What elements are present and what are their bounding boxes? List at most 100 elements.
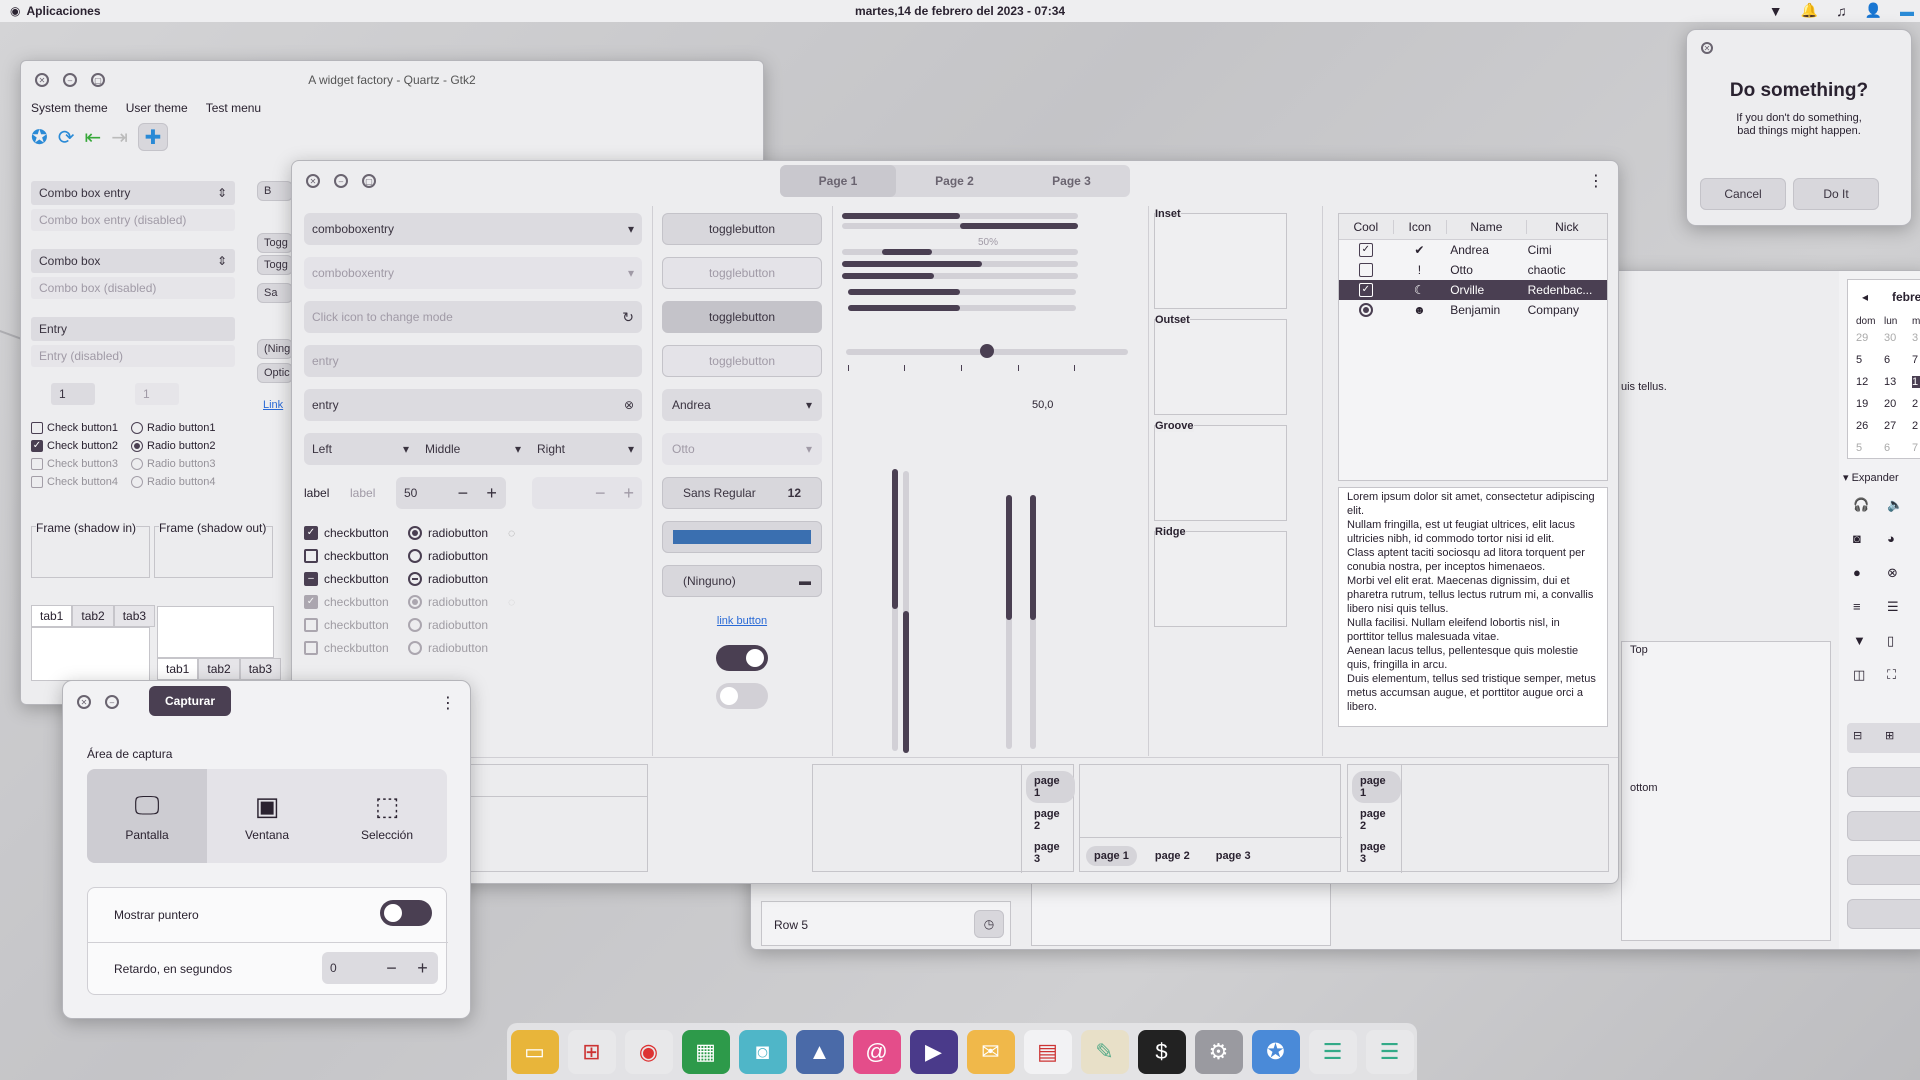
togglebutton-3[interactable]: togglebutton xyxy=(662,301,822,333)
menu-icon[interactable]: ⋮ xyxy=(440,693,456,713)
tab-page-3[interactable]: page 3 xyxy=(1208,846,1259,866)
cal-day[interactable]: 2 xyxy=(1912,420,1920,432)
gimp-icon[interactable]: ✪ xyxy=(1251,1029,1300,1074)
radio[interactable] xyxy=(131,440,143,452)
tab-3[interactable]: tab3 xyxy=(239,658,282,680)
close-icon[interactable]: ✕ xyxy=(306,174,320,188)
user-icon[interactable]: 👤 xyxy=(1865,2,1882,19)
radio[interactable] xyxy=(131,458,143,470)
plus-icon[interactable]: + xyxy=(477,483,506,504)
tree-checkbox[interactable]: ✓ xyxy=(1358,243,1373,257)
col-cool[interactable]: Cool xyxy=(1339,220,1393,234)
side-widget[interactable]: B xyxy=(257,181,293,201)
fullscreen-icon[interactable]: ⛶ xyxy=(1887,667,1920,701)
cal-day[interactable]: 20 xyxy=(1884,398,1912,410)
tab-page-1[interactable]: page 1 xyxy=(1086,845,1137,866)
side-widget[interactable]: Link xyxy=(257,395,293,415)
radio[interactable] xyxy=(408,525,422,540)
camera-icon[interactable]: ◙ xyxy=(738,1029,787,1074)
music-icon[interactable]: ♫ xyxy=(1836,3,1847,19)
tree-checkbox[interactable]: ✓ xyxy=(1358,283,1373,297)
switch-on[interactable] xyxy=(716,645,768,671)
calendar-icon[interactable]: ▤ xyxy=(1023,1029,1072,1074)
cal-day[interactable]: 6 xyxy=(1884,354,1912,366)
store-icon[interactable]: ⊞ xyxy=(567,1029,616,1074)
refresh-icon[interactable]: ↻ xyxy=(622,309,634,326)
side-widget[interactable]: Togg xyxy=(257,255,293,275)
minimize-icon[interactable]: – xyxy=(105,695,119,709)
menu-user-theme[interactable]: User theme xyxy=(126,101,188,115)
entry-empty[interactable]: entry xyxy=(304,345,642,377)
tab-page-3[interactable]: Page 3 xyxy=(1013,174,1130,188)
row-5-clock-icon[interactable]: ◷ xyxy=(974,910,1004,938)
plus-icon[interactable]: ⊞ xyxy=(1885,729,1894,742)
tab-page-2[interactable]: page 2 xyxy=(1026,804,1075,836)
cal-day[interactable]: 1 xyxy=(1912,376,1920,388)
tab-page-2[interactable]: page 2 xyxy=(1352,804,1401,836)
cal-day[interactable]: 3 xyxy=(1912,332,1920,344)
sheets-icon[interactable]: ▦ xyxy=(681,1029,730,1074)
cancel-icon[interactable]: ⊗ xyxy=(1887,565,1920,599)
side-widget[interactable]: Togg xyxy=(257,233,293,253)
cal-day[interactable]: 5 xyxy=(1856,354,1884,366)
widget-factory-2-icon[interactable]: ☰ xyxy=(1365,1029,1414,1074)
tab-page-1[interactable]: page 1 xyxy=(1352,771,1401,803)
checkbox[interactable] xyxy=(31,458,43,470)
radio[interactable] xyxy=(408,548,422,563)
tab-page-2[interactable]: page 2 xyxy=(1147,846,1198,866)
row-5[interactable]: Row 5 ◷ xyxy=(761,901,1011,946)
button-4[interactable] xyxy=(1847,899,1920,929)
combo-left[interactable]: Left ▾ xyxy=(304,433,417,465)
expander[interactable]: ▾ Expander xyxy=(1843,471,1899,484)
tree-row[interactable]: ☻ Benjamin Company xyxy=(1339,300,1607,320)
widget-factory-icon[interactable]: ☰ xyxy=(1308,1029,1357,1074)
menu-icon[interactable]: ⋮ xyxy=(1588,171,1604,191)
image-viewer-icon[interactable]: ▲ xyxy=(795,1029,844,1074)
tab-3[interactable]: tab3 xyxy=(113,605,156,627)
col-icon[interactable]: Icon xyxy=(1392,219,1447,234)
spin-button[interactable]: 1 xyxy=(51,383,95,405)
minimize-icon[interactable]: – xyxy=(334,174,348,188)
capture-button[interactable]: Capturar xyxy=(149,686,232,716)
delay-spin[interactable]: 0 − + xyxy=(322,952,438,984)
notification-bell-icon[interactable]: 🔔 xyxy=(1801,2,1818,19)
cal-day[interactable]: 6 xyxy=(1884,442,1912,454)
minus-icon[interactable]: ⊟ xyxy=(1853,729,1862,742)
radio[interactable] xyxy=(131,476,143,488)
menu-test[interactable]: Test menu xyxy=(206,101,261,115)
combo-andrea[interactable]: Andrea ▾ xyxy=(662,389,822,421)
video-player-icon[interactable]: ▶ xyxy=(909,1029,958,1074)
add-icon[interactable]: ✚ xyxy=(138,123,169,151)
cal-day[interactable]: 13 xyxy=(1884,376,1912,388)
minus-icon[interactable]: − xyxy=(376,958,407,979)
cancel-button[interactable]: Cancel xyxy=(1700,178,1786,210)
close-icon[interactable]: ✕ xyxy=(77,695,91,709)
switch-off[interactable] xyxy=(716,683,768,709)
mode-selection[interactable]: ⬚ Selección xyxy=(327,769,447,863)
clear-icon[interactable]: ⊗ xyxy=(624,398,634,412)
close-icon[interactable]: ✕ xyxy=(1701,42,1713,54)
headphones-icon[interactable]: 🎧 xyxy=(1853,497,1887,531)
files-icon[interactable]: ▭ xyxy=(510,1029,559,1074)
go-last-icon[interactable]: ⇥ xyxy=(111,125,128,150)
chrome-icon[interactable]: ◉ xyxy=(624,1029,673,1074)
speaker-icon[interactable]: 🔈 xyxy=(1887,497,1920,531)
scale-with-marks[interactable] xyxy=(846,344,1128,359)
screen-icon[interactable]: ▬ xyxy=(1900,3,1914,19)
about-icon[interactable]: ✪ xyxy=(31,125,48,150)
maximize-icon[interactable]: ▢ xyxy=(362,174,376,188)
comboboxentry[interactable]: comboboxentry ▾ xyxy=(304,213,642,245)
link-button[interactable]: link button xyxy=(662,615,822,627)
cal-day[interactable]: 12 xyxy=(1856,376,1884,388)
tree-radio[interactable] xyxy=(1358,303,1373,317)
minus-icon[interactable]: − xyxy=(449,483,478,504)
radio[interactable] xyxy=(408,571,422,586)
mode-window[interactable]: ▣ Ventana xyxy=(207,769,327,863)
clock[interactable]: martes,14 de febrero del 2023 - 07:34 xyxy=(0,4,1920,18)
text-editor-icon[interactable]: ✎ xyxy=(1080,1029,1129,1074)
scale-knob[interactable] xyxy=(980,344,994,358)
file-chooser-button[interactable]: (Ninguno) ▬ xyxy=(662,565,822,597)
col-name[interactable]: Name xyxy=(1446,219,1525,234)
cal-day[interactable]: 7 xyxy=(1912,354,1920,366)
wifi-icon[interactable]: ▼ xyxy=(1853,633,1887,667)
